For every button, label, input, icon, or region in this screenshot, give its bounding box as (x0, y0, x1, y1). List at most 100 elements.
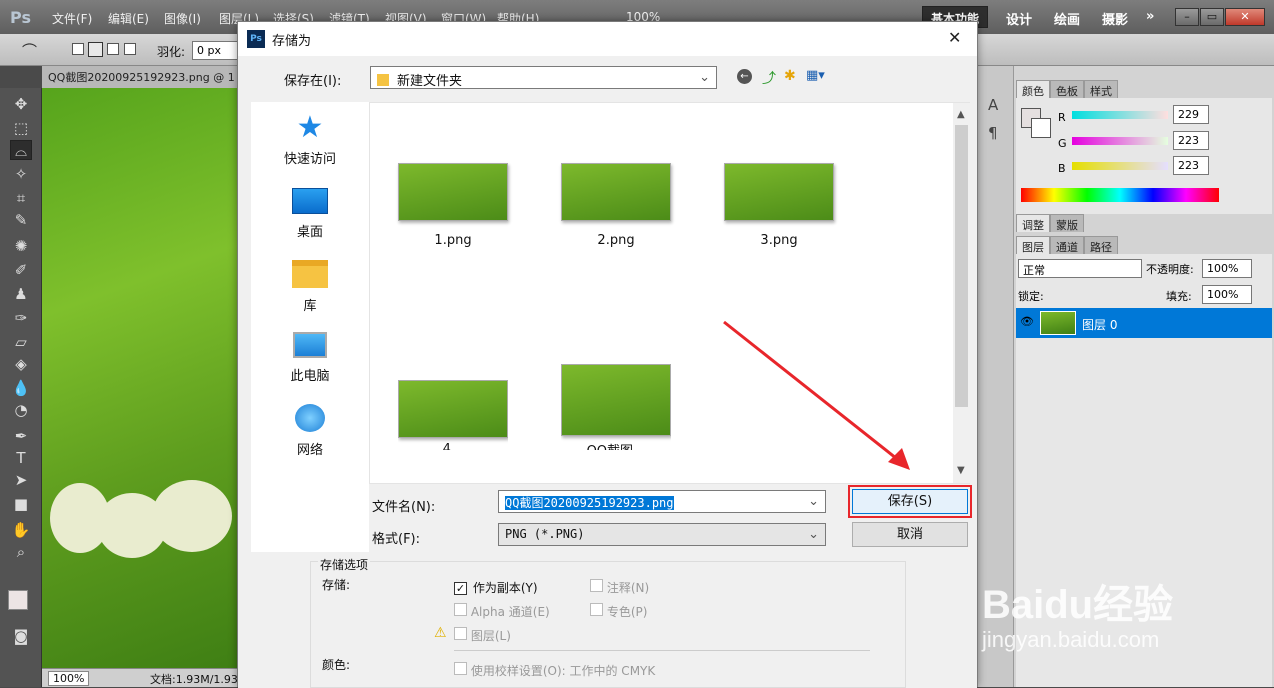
new-selection-icon[interactable] (72, 43, 84, 55)
workspace-more-button[interactable]: » (1146, 9, 1154, 24)
type-tool-icon[interactable]: T (10, 448, 32, 468)
filename-input[interactable]: QQ截图20200925192923.png ⌄ (498, 490, 826, 513)
dodge-tool-icon[interactable]: ◔ (10, 400, 32, 420)
opt-alpha[interactable]: Alpha 通道(E) (454, 603, 550, 620)
cancel-button[interactable]: 取消 (852, 522, 968, 547)
color-spectrum-bar[interactable] (1021, 188, 1219, 202)
marquee-tool-icon[interactable]: ⬚ (10, 118, 32, 138)
tab-swatches[interactable]: 色板 (1050, 80, 1084, 98)
b-slider[interactable] (1072, 162, 1168, 170)
file-item[interactable]: 4... (398, 380, 508, 450)
bg-color-swatch[interactable] (1031, 118, 1051, 138)
back-icon[interactable]: ← (737, 69, 752, 84)
opt-as-copy[interactable]: ✓ 作为副本(Y) (454, 579, 538, 596)
view-menu-icon[interactable]: ▦▾ (806, 68, 825, 83)
close-window-icon[interactable]: ✕ (1225, 8, 1265, 26)
format-select[interactable]: PNG (*.PNG) ⌄ (498, 523, 826, 546)
g-input[interactable]: 223 (1173, 131, 1209, 150)
status-zoom[interactable]: 100% (48, 671, 90, 686)
file-item[interactable]: 3.png (724, 163, 834, 248)
scroll-up-icon[interactable]: ▲ (957, 109, 965, 120)
eyedropper-icon[interactable]: ✎ (10, 210, 32, 230)
fill-input[interactable]: 100% (1202, 285, 1252, 304)
file-item[interactable]: 1.png (398, 163, 508, 248)
paragraph-panel-icon[interactable]: ¶ (988, 124, 998, 142)
new-folder-icon[interactable]: ✱ (784, 68, 796, 84)
scrollbar[interactable]: ▲ ▼ (953, 103, 970, 483)
pen-tool-icon[interactable]: ✒ (10, 426, 32, 446)
checkbox-icon[interactable] (454, 603, 467, 616)
menu-edit[interactable]: 编辑(E) (108, 10, 149, 27)
b-input[interactable]: 223 (1173, 156, 1209, 175)
up-folder-icon[interactable]: ⤴ (762, 68, 776, 88)
layer-name[interactable]: 图层 0 (1082, 316, 1117, 333)
place-this-pc[interactable]: 此电脑 (251, 332, 369, 384)
workspace-photo-button[interactable]: 摄影 (1102, 9, 1128, 28)
opt-notes[interactable]: 注释(N) (590, 579, 649, 596)
save-button[interactable]: 保存(S) (848, 485, 972, 518)
lasso-tool-icon[interactable]: ⌓ (10, 140, 32, 160)
place-desktop[interactable]: 桌面 (251, 188, 369, 240)
r-input[interactable]: 229 (1173, 105, 1209, 124)
checkbox-checked-icon[interactable]: ✓ (454, 582, 467, 595)
lasso-icon[interactable]: ⌒ (22, 40, 37, 61)
hand-tool-icon[interactable]: ✋ (10, 520, 32, 540)
opt-layers[interactable]: 图层(L) (454, 627, 511, 644)
layer-row[interactable]: 👁 图层 0 (1016, 308, 1272, 338)
document-canvas[interactable] (42, 88, 238, 668)
tab-layers[interactable]: 图层 (1016, 236, 1050, 254)
scrollbar-thumb[interactable] (955, 125, 968, 407)
foreground-color-swatch[interactable] (8, 590, 28, 610)
quick-mask-icon[interactable]: ◙ (10, 626, 32, 646)
tab-channels[interactable]: 通道 (1050, 236, 1084, 254)
character-panel-icon[interactable]: A (988, 96, 998, 114)
checkbox-icon[interactable] (454, 662, 467, 675)
restore-icon[interactable]: ▭ (1200, 8, 1224, 26)
checkbox-icon[interactable] (454, 627, 467, 640)
blend-mode-select[interactable]: 正常 (1018, 259, 1142, 278)
tab-paths[interactable]: 路径 (1084, 236, 1118, 254)
blur-tool-icon[interactable]: 💧 (10, 378, 32, 398)
tab-styles[interactable]: 样式 (1084, 80, 1118, 98)
opacity-input[interactable]: 100% (1202, 259, 1252, 278)
eraser-tool-icon[interactable]: ▱ (10, 332, 32, 352)
g-slider[interactable] (1072, 137, 1168, 145)
checkbox-icon[interactable] (590, 579, 603, 592)
place-quick-access[interactable]: ★ 快速访问 (251, 112, 369, 168)
tab-masks[interactable]: 蒙版 (1050, 214, 1084, 232)
dialog-close-icon[interactable]: ✕ (948, 28, 961, 47)
save-in-select[interactable]: 新建文件夹 ⌄ (370, 66, 717, 89)
menu-file[interactable]: 文件(F) (52, 10, 92, 27)
history-brush-icon[interactable]: ✑ (10, 308, 32, 328)
feather-input[interactable]: 0 px (192, 41, 242, 60)
visibility-eye-icon[interactable]: 👁 (1020, 315, 1034, 328)
healing-brush-icon[interactable]: ✺ (10, 236, 32, 256)
scroll-down-icon[interactable]: ▼ (957, 465, 965, 476)
tab-adjustments[interactable]: 调整 (1016, 214, 1050, 232)
workspace-design-button[interactable]: 设计 (1006, 9, 1032, 28)
menu-image[interactable]: 图像(I) (164, 10, 201, 27)
r-slider[interactable] (1072, 111, 1168, 119)
brush-tool-icon[interactable]: ✐ (10, 260, 32, 280)
file-item[interactable]: QQ截图... (561, 364, 671, 450)
stamp-tool-icon[interactable]: ♟ (10, 284, 32, 304)
crop-tool-icon[interactable]: ⌗ (10, 188, 32, 208)
add-selection-icon[interactable] (88, 42, 103, 57)
shape-tool-icon[interactable]: ■ (10, 494, 32, 514)
file-item[interactable]: 2.png (561, 163, 671, 248)
move-tool-icon[interactable]: ✥ (10, 94, 32, 114)
opt-proof[interactable]: 使用校样设置(O): 工作中的 CMYK (454, 662, 655, 679)
intersect-selection-icon[interactable] (124, 43, 136, 55)
place-libraries[interactable]: 库 (251, 260, 369, 314)
place-network[interactable]: 网络 (251, 404, 369, 458)
subtract-selection-icon[interactable] (107, 43, 119, 55)
checkbox-icon[interactable] (590, 603, 603, 616)
magic-wand-icon[interactable]: ✧ (10, 164, 32, 184)
paint-bucket-icon[interactable]: ◈ (10, 354, 32, 374)
minimize-icon[interactable]: – (1175, 8, 1199, 26)
zoom-tool-icon[interactable]: ⌕ (10, 542, 32, 562)
tab-color[interactable]: 颜色 (1016, 80, 1050, 98)
opt-spot[interactable]: 专色(P) (590, 603, 647, 620)
path-select-icon[interactable]: ➤ (10, 470, 32, 490)
workspace-paint-button[interactable]: 绘画 (1054, 9, 1080, 28)
